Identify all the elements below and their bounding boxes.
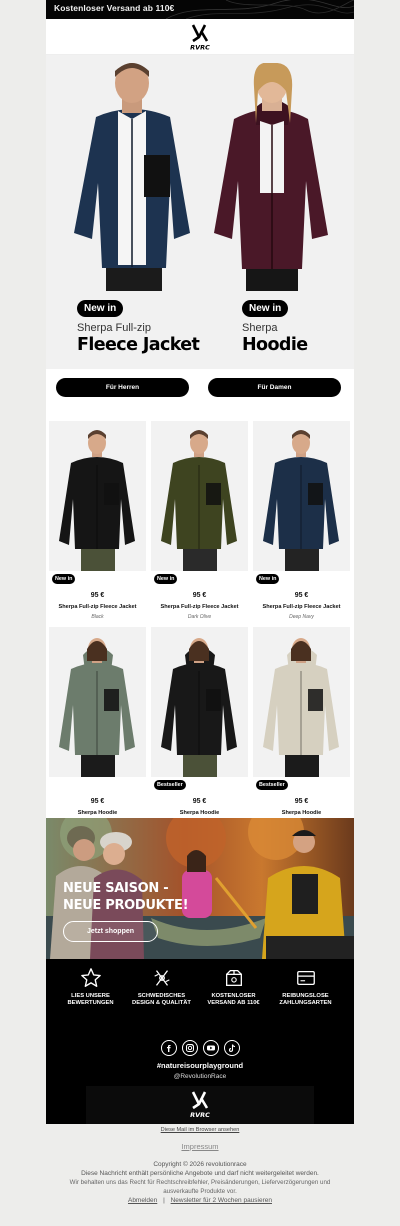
hashtag[interactable]: #natureisourplayground <box>46 1061 354 1070</box>
product-price: 95 € <box>192 798 207 805</box>
product-badge: Bestseller <box>256 780 288 790</box>
product-badge: New in <box>256 574 280 584</box>
shipping-text: Kostenloser Versand ab 110€ <box>54 3 175 13</box>
rights-reserved-text: Wir behalten uns das Recht für Rechtschr… <box>0 1179 400 1196</box>
product-price: 95 € <box>192 592 207 599</box>
hero-left-caption: New in Sherpa Full-zip Fleece Jacket <box>77 298 200 355</box>
compass-icon <box>153 970 170 986</box>
hero-man-fleece-image <box>74 63 190 291</box>
hero-section[interactable]: New in Sherpa Full-zip Fleece Jacket New… <box>46 55 354 369</box>
view-in-browser-link[interactable]: Diese Mail im Browser ansehen <box>0 1127 400 1133</box>
product-color: Black <box>91 614 104 620</box>
email-container: Kostenloser Versand ab 110€ RVRC New in … <box>46 0 354 1124</box>
banner-line-1: NEUE SAISON - <box>63 881 169 896</box>
usp-shipping-line1: KOSTENLOSER <box>211 993 256 999</box>
usp-payment-line1: REIBUNGSLOSE <box>282 993 329 999</box>
shop-women-button[interactable]: Für Damen <box>208 378 341 397</box>
newsletter-links: Abmelden | Newsletter für 2 Wochen pausi… <box>0 1197 400 1204</box>
product-card[interactable]: Bestseller95 €Sherpa HoodieBeige Khaki <box>253 627 350 832</box>
footer-logo[interactable]: RVRC <box>86 1086 314 1124</box>
banner-headline: NEUE SAISON - NEUE PRODUKTE! <box>63 880 189 914</box>
usp-payment[interactable]: REIBUNGSLOSE ZAHLUNGSARTEN <box>267 967 344 1007</box>
legal-footer: Diese Mail im Browser ansehen Impressum … <box>0 1124 400 1204</box>
product-badge: New in <box>52 574 76 584</box>
impressum-link[interactable]: Impressum <box>0 1142 400 1151</box>
usp-reviews[interactable]: LIES UNSERE BEWERTUNGEN <box>52 967 129 1007</box>
hero-right-title: Hoodie <box>242 335 308 355</box>
hero-right-caption: New in Sherpa Hoodie <box>242 298 308 355</box>
hero-right-subtitle: Sherpa <box>242 322 278 334</box>
product-image[interactable] <box>49 627 146 777</box>
social-handle[interactable]: @RevolutionRace <box>46 1073 354 1080</box>
footer: LIES UNSERE BEWERTUNGEN SCHWEDISCHES DESIG… <box>46 959 354 1124</box>
banner-line-2: NEUE PRODUKTE! <box>63 898 189 913</box>
facebook-icon[interactable] <box>160 1040 177 1056</box>
rights-line-1: Wir behalten uns das Recht für Rechtschr… <box>69 1179 331 1186</box>
usp-design[interactable]: SCHWEDISCHES DESIGN & QUALITÄT <box>123 967 200 1007</box>
product-image[interactable] <box>49 421 146 571</box>
product-image[interactable] <box>253 421 350 571</box>
usp-shipping-line2: VERSAND AB 110€ <box>207 1000 260 1006</box>
youtube-icon[interactable] <box>202 1040 219 1056</box>
card-icon <box>296 970 315 986</box>
shop-men-button[interactable]: Für Herren <box>56 378 189 397</box>
tiktok-icon[interactable] <box>223 1040 240 1056</box>
product-card[interactable]: Bestseller95 €Sherpa HoodieCaviar <box>151 627 248 832</box>
usp-payment-line2: ZAHLUNGSARTEN <box>279 1000 332 1006</box>
product-price: 95 € <box>90 798 105 805</box>
product-price: 95 € <box>90 592 105 599</box>
copyright-text: Copyright © 2026 revolutionrace <box>153 1161 247 1168</box>
usp-reviews-line2: BEWERTUNGEN <box>67 1000 114 1006</box>
pause-newsletter-link[interactable]: Newsletter für 2 Wochen pausieren <box>171 1197 272 1204</box>
product-price: 95 € <box>294 798 309 805</box>
instagram-icon[interactable] <box>181 1040 198 1056</box>
logo-wordmark: RVRC <box>190 43 210 51</box>
usp-reviews-line1: LIES UNSERE <box>71 993 110 999</box>
product-name[interactable]: Sherpa Full-zip Fleece Jacket <box>49 604 146 610</box>
product-card[interactable]: 95 €Sherpa HoodieBalsam Green <box>49 627 146 832</box>
product-grid: New in 95 € Sherpa Full-zip Fleece Jacket B… <box>46 421 354 869</box>
product-name[interactable]: Sherpa Hoodie <box>253 810 350 816</box>
product-color: Dark Olive <box>187 614 212 620</box>
new-in-badge: New in <box>77 300 124 317</box>
hero-left-title: Fleece Jacket <box>77 335 200 355</box>
new-in-badge: New in <box>242 300 289 317</box>
usp-design-line1: SCHWEDISCHES <box>137 993 186 999</box>
links-separator: | <box>163 1197 165 1204</box>
product-badge: New in <box>154 574 178 584</box>
shipping-topbar: Kostenloser Versand ab 110€ <box>46 0 354 19</box>
package-icon <box>225 970 242 986</box>
product-image[interactable] <box>151 421 248 571</box>
product-image[interactable] <box>151 627 248 777</box>
product-badge: Bestseller <box>154 780 186 790</box>
rvrc-logo[interactable]: RVRC <box>183 23 217 51</box>
star-icon <box>80 968 101 987</box>
product-card[interactable]: New in 95 € Sherpa Full-zip Fleece Jacket B… <box>49 421 146 626</box>
hero-left-subtitle: Sherpa Full-zip <box>77 322 151 334</box>
product-price: 95 € <box>294 592 309 599</box>
product-name[interactable]: Sherpa Full-zip Fleece Jacket <box>151 604 248 610</box>
usp-shipping[interactable]: KOSTENLOSER VERSAND AB 110€ <box>195 967 272 1007</box>
product-name[interactable]: Sherpa Hoodie <box>49 810 146 816</box>
product-name[interactable]: Sherpa Hoodie <box>151 810 248 816</box>
shop-now-button[interactable]: Jetzt shoppen <box>63 921 158 942</box>
product-image[interactable] <box>253 627 350 777</box>
social-links <box>46 1040 354 1056</box>
unsubscribe-link[interactable]: Abmelden <box>128 1197 157 1204</box>
hero-woman-hoodie-image <box>214 63 328 291</box>
rvrc-logo-white: RVRC <box>190 1091 210 1119</box>
header-logo-row[interactable]: RVRC <box>46 19 354 55</box>
new-season-banner[interactable]: NEUE SAISON - NEUE PRODUKTE! Jetzt shopp… <box>46 818 354 959</box>
rights-line-2: ausverkaufte Produkte vor. <box>163 1187 237 1195</box>
product-name[interactable]: Sherpa Full-zip Fleece Jacket <box>253 604 350 610</box>
logo-wordmark: RVRC <box>190 1111 210 1119</box>
personal-offer-note: Diese Nachricht enthält persönliche Ange… <box>81 1170 319 1177</box>
product-color: Deep Navy <box>289 614 314 620</box>
gender-buttons-row: Für Herren Für Damen <box>46 369 354 421</box>
product-card[interactable]: New in 95 € Sherpa Full-zip Fleece Jacket D… <box>151 421 248 626</box>
usp-design-line2: DESIGN & QUALITÄT <box>132 1000 191 1006</box>
product-card[interactable]: New in 95 € Sherpa Full-zip Fleece Jacket D… <box>253 421 350 626</box>
